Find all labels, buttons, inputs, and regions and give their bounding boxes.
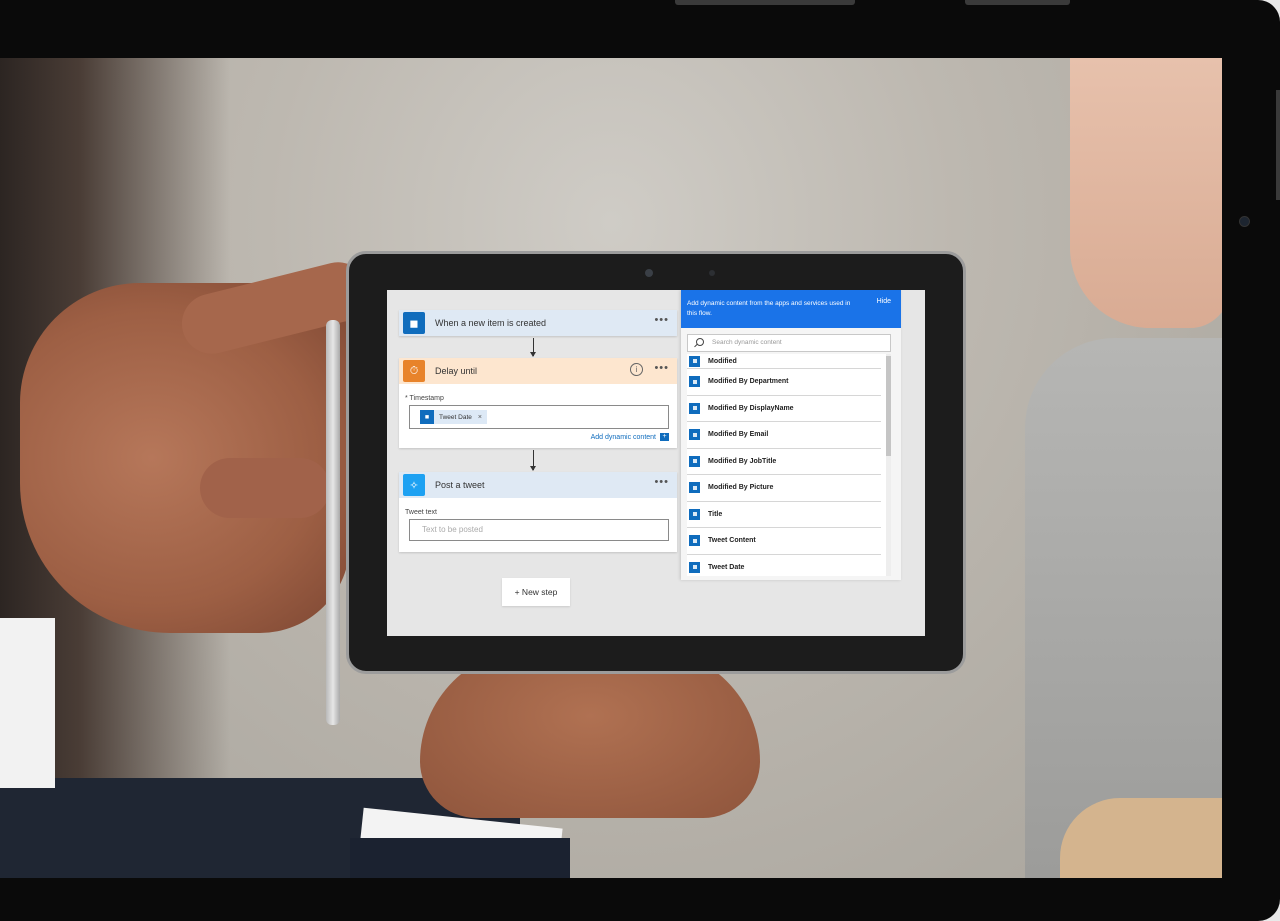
token-remove-icon[interactable]: × [478,414,482,421]
trigger-step-card[interactable]: ◼ When a new item is created ••• [399,310,677,336]
sharepoint-token-icon: ■ [420,410,434,424]
device-camera [1239,216,1250,227]
info-icon[interactable]: i [630,363,643,376]
search-icon [696,338,704,346]
token-label: Tweet Date [439,413,472,421]
dynamic-list-scrollbar[interactable] [886,354,891,576]
device-side-button [1276,90,1280,200]
tweet-date-token[interactable]: ■ Tweet Date × [420,410,487,424]
timer-icon: ⏱ [403,360,425,382]
shirt-cuff-left [0,618,55,788]
person-right-sweater [1060,798,1222,878]
tablet-device: ◼ When a new item is created ••• ⏱ Delay… [346,251,966,674]
dynamic-content-list: Modified Modified By Department Modified… [687,354,891,576]
stylus-pen [326,320,340,725]
twitter-icon: ✧ [403,474,425,496]
background-photo: ◼ When a new item is created ••• ⏱ Delay… [0,58,1222,878]
dynamic-content-search-input[interactable]: Search dynamic content [687,334,891,352]
tweet-text-placeholder: Text to be posted [422,525,483,534]
dynamic-item-modified-by-email[interactable]: Modified By Email [687,422,881,449]
connector-arrow-2 [530,450,536,471]
tablet-camera [645,269,653,277]
delay-step-title: Delay until [435,366,478,376]
dynamic-content-header: Add dynamic content from the apps and se… [681,290,901,328]
person-right-face [1070,58,1222,328]
field-icon [689,561,700,573]
trigger-more-icon[interactable]: ••• [654,314,669,326]
delay-step-card[interactable]: ⏱ Delay until i ••• * Timestamp ■ Tweet … [399,358,677,448]
dynamic-item-modified-by-picture[interactable]: Modified By Picture [687,475,881,502]
dynamic-item-tweet-content[interactable]: Tweet Content [687,528,881,555]
device-top-button-2 [965,0,1070,5]
add-dynamic-label: Add dynamic content [590,433,656,441]
dynamic-item-tweet-date[interactable]: Tweet Date [687,555,881,577]
left-thumb [200,458,330,518]
tweet-step-title: Post a tweet [435,480,485,490]
dynamic-item-modified-by-displayname[interactable]: Modified By DisplayName [687,396,881,422]
field-icon [689,508,700,520]
timestamp-label: * Timestamp [405,395,444,402]
add-dynamic-plus-icon: + [660,433,669,441]
hide-panel-button[interactable]: Hide [877,298,891,305]
field-icon [689,402,700,414]
tweet-more-icon[interactable]: ••• [654,476,669,488]
field-icon [689,455,700,467]
tweet-text-label: Tweet text [405,509,437,516]
field-icon [689,429,700,441]
delay-more-icon[interactable]: ••• [654,362,669,374]
timestamp-input[interactable]: ■ Tweet Date × [409,405,669,429]
new-step-button[interactable]: + New step [502,578,570,606]
field-icon [689,355,700,367]
device-top-button [675,0,855,5]
field-icon [689,482,700,494]
dynamic-content-panel: Add dynamic content from the apps and se… [681,290,901,580]
dynamic-item-modified-by-jobtitle[interactable]: Modified By JobTitle [687,449,881,475]
tweet-step-card[interactable]: ✧ Post a tweet ••• Tweet text Text to be… [399,472,677,552]
scrollbar-thumb[interactable] [886,356,891,456]
field-icon [689,535,700,547]
connector-arrow-1 [530,338,536,357]
trigger-step-title: When a new item is created [435,318,547,328]
tweet-text-input[interactable]: Text to be posted [409,519,669,541]
suit-sleeve-bottom [350,838,570,878]
add-dynamic-content-link[interactable]: Add dynamic content + [591,433,669,441]
dynamic-item-modified[interactable]: Modified [687,354,881,369]
dynamic-content-description: Add dynamic content from the apps and se… [687,300,851,317]
dynamic-item-title[interactable]: Title [687,502,881,528]
field-icon [689,376,700,388]
search-placeholder: Search dynamic content [712,339,782,346]
tablet-sensor [709,270,715,276]
dynamic-item-modified-by-department[interactable]: Modified By Department [687,369,881,396]
person-right-arm [1025,338,1222,878]
sharepoint-icon: ◼ [403,312,425,334]
tablet-screen: ◼ When a new item is created ••• ⏱ Delay… [387,290,925,636]
